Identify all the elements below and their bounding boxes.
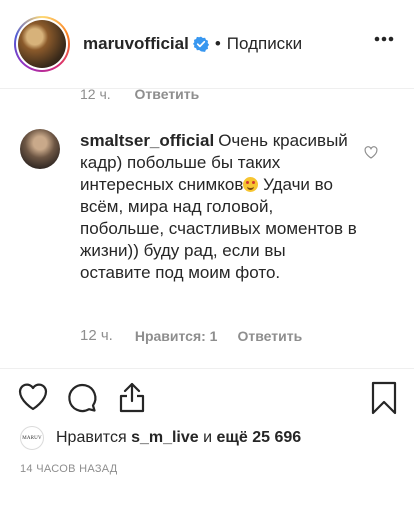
- bookmark-icon[interactable]: [370, 381, 398, 415]
- comment-bubble-icon[interactable]: [65, 380, 99, 414]
- comment-body: smaltser_official Очень красивый кадр) по…: [80, 130, 360, 284]
- comment-likes-button[interactable]: Нравится: 1: [135, 328, 218, 344]
- verified-badge-icon: [192, 36, 209, 52]
- commenter-username[interactable]: smaltser_official: [80, 131, 214, 150]
- likes-prefix: Нравится: [56, 429, 127, 446]
- more-horizontal-icon[interactable]: [374, 36, 394, 42]
- profile-avatar[interactable]: [14, 16, 70, 72]
- liker-avatar-logo: MARUV: [22, 435, 42, 441]
- liker-username[interactable]: s_m_live: [131, 429, 199, 447]
- likes-summary: MARUV Нравится s_m_live и ещё 25 696: [20, 426, 301, 450]
- likes-others-button[interactable]: ещё 25 696: [217, 429, 302, 447]
- likes-middle: и: [203, 429, 213, 446]
- heart-outline-icon[interactable]: [16, 380, 50, 414]
- avatar-frame: [16, 18, 68, 70]
- commenter-avatar[interactable]: [20, 129, 60, 169]
- smiling-face-emoji: [243, 177, 259, 192]
- avatar-image: [18, 20, 66, 68]
- post-timestamp: 14 часов назад: [20, 463, 118, 475]
- follow-status-button[interactable]: Подписки: [227, 34, 302, 54]
- header-divider: [0, 88, 414, 89]
- comment-reply-button[interactable]: Ответить: [237, 328, 302, 344]
- comment-time: 12 ч.: [80, 327, 113, 344]
- comment-like-icon[interactable]: [364, 146, 378, 159]
- share-upload-icon[interactable]: [115, 380, 149, 414]
- comment-meta: 12 ч. Нравится: 1 Ответить: [80, 327, 302, 344]
- actions-divider: [0, 368, 414, 369]
- liker-avatar[interactable]: MARUV: [20, 426, 44, 450]
- header-separator: •: [214, 34, 221, 53]
- header-username[interactable]: maruvofficial: [83, 34, 189, 54]
- post-header: maruvofficial • Подписки: [0, 0, 414, 88]
